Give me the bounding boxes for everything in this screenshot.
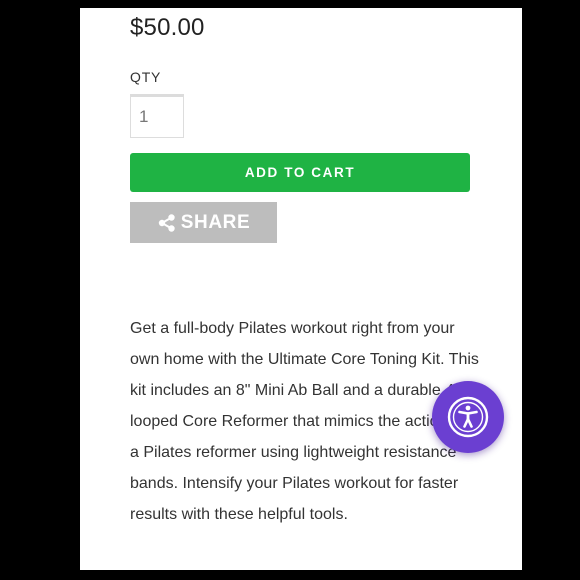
product-page: $50.00 QTY ADD TO CART SHARE Get a full-…: [80, 8, 522, 570]
accessibility-icon: [446, 395, 490, 439]
qty-label: QTY: [130, 69, 162, 85]
qty-input[interactable]: [130, 94, 184, 138]
product-description: Get a full-body Pilates workout right fr…: [130, 320, 479, 523]
share-button[interactable]: SHARE: [130, 202, 277, 243]
accessibility-widget-button[interactable]: [432, 381, 504, 453]
share-icon: [157, 213, 177, 233]
add-to-cart-button[interactable]: ADD TO CART: [130, 153, 470, 192]
share-button-label: SHARE: [180, 211, 251, 233]
product-price: $50.00: [130, 14, 205, 41]
